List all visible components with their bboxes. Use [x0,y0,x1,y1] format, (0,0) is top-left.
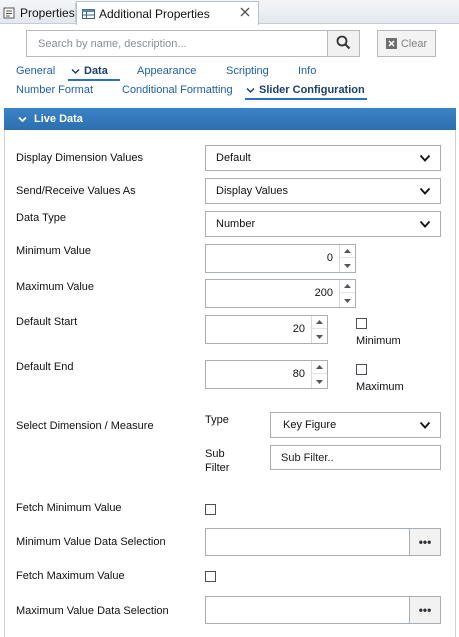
decrement-arrow-icon[interactable] [340,294,355,307]
decrement-arrow-icon[interactable] [312,375,327,388]
minimum-checkbox-label: Minimum [356,335,401,347]
category-scripting[interactable]: Scripting [226,65,269,77]
ellipsis-icon: ••• [418,535,432,549]
minimum-value-data-selection-label: Minimum Value Data Selection [16,536,166,548]
decrement-arrow-icon[interactable] [312,330,327,343]
type-select[interactable]: Key Figure [270,412,441,438]
default-start-label: Default Start [16,316,78,328]
spinner-arrows [339,280,355,307]
table-icon [82,8,95,20]
section-header-live-data[interactable]: Live Data [4,108,456,130]
chevron-down-icon [419,187,431,196]
properties-icon [3,7,16,19]
maximum-value-label: Maximum Value [16,281,95,293]
tab-properties[interactable]: Properties [0,1,75,24]
view-tab-strip: Properties Additional Properties [0,0,459,25]
fetch-minimum-value-checkbox[interactable] [205,504,216,515]
sub-filter-input[interactable] [279,450,440,465]
decrement-arrow-icon[interactable] [340,259,355,272]
tab-additional-properties[interactable]: Additional Properties [76,1,259,25]
chevron-down-icon [246,87,255,94]
minimum-value-data-selection-field[interactable] [205,528,411,556]
increment-arrow-icon[interactable] [312,361,327,374]
chevron-down-icon [419,154,431,163]
maximum-checkbox-label: Maximum [356,381,404,393]
default-end-spinner[interactable]: 80 [205,360,328,389]
minimum-value-spinner[interactable]: 0 [205,244,356,273]
chevron-down-icon [419,220,431,229]
section-title: Live Data [34,113,83,125]
type-value: Key Figure [283,419,337,431]
active-subcategory-underline [245,98,367,100]
fetch-maximum-value-label: Fetch Maximum Value [16,570,125,582]
chevron-down-icon [18,116,27,123]
clear-button-label: Clear [400,37,428,50]
minimum-value-value: 0 [326,252,333,264]
category-info[interactable]: Info [298,65,316,77]
ellipsis-icon: ••• [418,603,432,617]
chevron-down-icon [71,68,80,75]
category-general[interactable]: General [16,65,55,77]
search-icon [336,35,351,53]
display-dimension-values-value: Default [216,152,251,164]
increment-arrow-icon[interactable] [312,316,327,329]
display-dimension-values-select[interactable]: Default [205,145,441,171]
maximum-value-spinner[interactable]: 200 [205,279,356,308]
clear-icon [385,38,397,49]
fetch-minimum-value-label: Fetch Minimum Value [16,502,122,514]
type-label: Type [205,414,229,426]
search-input-box[interactable] [26,30,328,57]
fetch-maximum-value-checkbox[interactable] [205,571,216,582]
spinner-arrows [311,361,327,388]
data-type-value: Number [216,218,256,230]
active-category-underline [68,79,120,81]
sub-filter-field[interactable] [270,445,441,470]
send-receive-values-as-value: Display Values [216,185,288,197]
send-receive-values-as-label: Send/Receive Values As [16,185,136,197]
spinner-arrows [339,245,355,272]
category-appearance[interactable]: Appearance [137,65,196,77]
chevron-down-icon [419,421,431,430]
maximum-value-value: 200 [314,287,333,299]
tab-additional-properties-label: Additional Properties [99,6,210,21]
maximum-value-data-selection-field[interactable] [205,596,411,624]
tab-properties-label: Properties [20,5,75,20]
minimum-checkbox[interactable] [356,318,367,329]
data-type-select[interactable]: Number [205,211,441,237]
clear-button[interactable]: Clear [377,30,436,57]
send-receive-values-as-select[interactable]: Display Values [205,178,441,204]
minimum-value-data-selection-button[interactable]: ••• [409,528,441,556]
category-slider-configuration[interactable]: Slider Configuration [246,84,365,96]
default-start-spinner[interactable]: 20 [205,315,328,344]
search-button[interactable] [327,30,360,57]
data-type-label: Data Type [16,212,66,224]
default-end-label: Default End [16,361,74,373]
category-data-label: Data [84,65,108,77]
spinner-arrows [311,316,327,343]
select-dimension-measure-label: Select Dimension / Measure [16,420,154,432]
sub-filter-label-line1: Sub [205,448,225,460]
search-input[interactable] [36,36,327,51]
increment-arrow-icon[interactable] [340,245,355,258]
category-number-format[interactable]: Number Format [16,84,93,96]
close-icon[interactable] [239,6,251,18]
maximum-checkbox[interactable] [356,364,367,375]
default-start-value: 20 [292,323,305,335]
maximum-value-data-selection-button[interactable]: ••• [409,596,441,624]
default-end-value: 80 [292,368,305,380]
sub-filter-label-line2: Filter [205,462,230,474]
maximum-value-data-selection-label: Maximum Value Data Selection [16,605,169,617]
category-conditional-formatting[interactable]: Conditional Formatting [122,84,233,96]
category-data[interactable]: Data [71,65,108,77]
minimum-value-label: Minimum Value [16,245,91,257]
category-slider-configuration-label: Slider Configuration [259,84,365,96]
display-dimension-values-label: Display Dimension Values [16,152,143,164]
increment-arrow-icon[interactable] [340,280,355,293]
